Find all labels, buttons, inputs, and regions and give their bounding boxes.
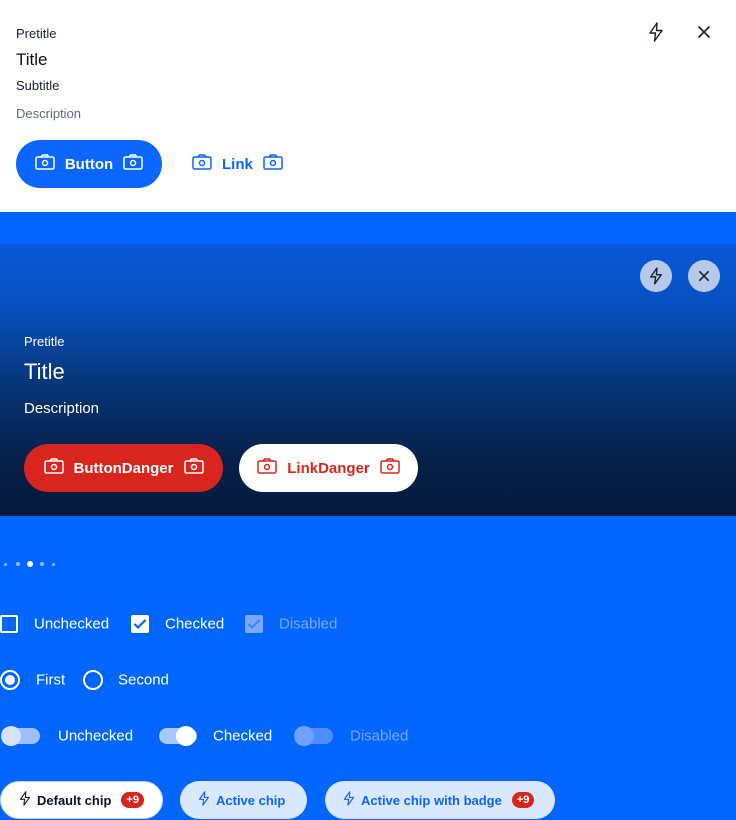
chip-active-with-badge[interactable]: Active chip with badge +9 [325,781,555,819]
link-danger-button-label: LinkDanger [287,459,370,477]
camera-icon [35,154,55,174]
switch-label: Unchecked [58,727,134,745]
chip-active[interactable]: Active chip [180,781,307,819]
checkbox-row: Unchecked Checked Disabled [0,610,736,638]
pretitle: Pretitle [24,334,65,349]
radio-label: Second [118,671,169,689]
checkbox-unchecked[interactable] [0,615,18,633]
camera-icon [263,154,283,174]
checkbox-disabled [245,615,263,633]
checkbox-label: Unchecked [34,615,110,633]
checkbox-checked[interactable] [131,615,149,633]
pretitle: Pretitle [16,26,57,41]
pagination-dot[interactable] [16,562,20,566]
pagination-dot-active[interactable] [27,561,33,567]
lightning-icon [19,791,31,809]
lightning-icon [343,791,355,809]
check-icon [133,619,147,630]
camera-icon [123,154,143,174]
switch-disabled [294,726,333,746]
pagination-dot[interactable] [40,562,44,566]
danger-button[interactable]: ButtonDanger [24,444,223,492]
chip-default[interactable]: Default chip +9 [0,781,163,819]
primary-button[interactable]: Button [16,140,162,188]
camera-icon [43,458,64,478]
switch-label: Disabled [350,727,409,745]
pagination-dot[interactable] [52,563,55,566]
chip-label: Active chip [216,792,286,808]
checkbox-label: Checked [165,615,225,633]
switch-label: Checked [213,727,273,745]
radio-row: First Second [0,666,736,694]
lightning-icon [198,791,210,809]
radio-first[interactable] [0,670,20,690]
card-description: Description [16,106,82,121]
switch-row: Unchecked Checked Disabled [0,722,736,750]
camera-icon [192,154,212,174]
lightning-icon[interactable] [646,22,666,42]
chip-badge: +9 [511,792,535,808]
link-button[interactable]: Link [192,140,283,188]
lightning-icon[interactable] [640,260,672,292]
radio-second[interactable] [83,670,103,690]
primary-button-label: Button [64,155,114,173]
radio-label: First [36,671,66,689]
close-icon[interactable] [688,260,720,292]
checkbox-label: Disabled [279,615,338,633]
chip-label: Active chip with badge [361,792,502,808]
link-danger-button[interactable]: LinkDanger [239,444,418,492]
pagination-dots [0,560,70,568]
card-title: Title [24,359,65,384]
camera-icon [257,458,277,478]
check-icon [247,619,261,630]
header-card-dark: Pretitle Title Description ButtonDanger … [0,244,736,516]
switch-checked[interactable] [159,726,197,746]
card-subtitle: Subtitle [16,78,60,93]
link-button-label: Link [222,155,253,173]
header-card-light: Pretitle Title Subtitle Description Butt… [0,0,736,212]
card-description: Description [24,400,100,417]
camera-icon [183,458,204,478]
close-icon[interactable] [694,22,714,42]
chip-badge: +9 [121,792,144,808]
pagination-dot[interactable] [4,563,7,566]
chip-label: Default chip [37,792,112,808]
camera-icon [380,458,400,478]
card-title: Title [16,50,48,69]
danger-button-label: ButtonDanger [73,459,174,477]
switch-unchecked[interactable] [1,726,40,746]
